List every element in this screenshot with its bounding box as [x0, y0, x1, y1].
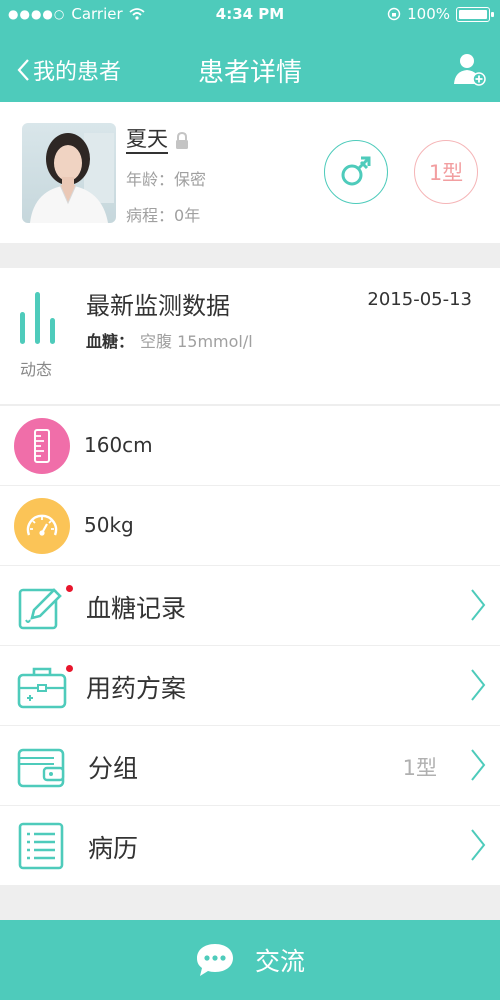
unread-dot: [66, 665, 73, 672]
patient-profile-card: 夏天 年龄：保密 病程：0年 1型: [0, 102, 500, 243]
chat-bubble-icon: [196, 944, 233, 976]
course-value: 0年: [174, 206, 201, 225]
glucose-record-item[interactable]: 血糖记录: [0, 566, 500, 645]
weight-row: 50kg: [0, 486, 500, 565]
group-item[interactable]: 分组 1型: [0, 726, 500, 805]
avatar[interactable]: [22, 123, 116, 223]
scale-gauge-icon: [14, 498, 70, 554]
monitor-date: 2015-05-13: [367, 289, 472, 310]
unread-dot: [66, 585, 73, 592]
height-row: 160cm: [0, 406, 500, 485]
bar-chart-icon: [20, 292, 55, 344]
height-value: 160cm: [84, 433, 153, 457]
medication-plan-item[interactable]: 用药方案: [0, 646, 500, 725]
medical-history-label: 病历: [88, 834, 139, 863]
trend-label: 动态: [20, 360, 53, 379]
glucose-reading: 血糖： 空腹 15mmol/l: [86, 328, 253, 352]
page-title: 患者详情: [197, 58, 302, 88]
monitoring-data-card[interactable]: 动态 最新监测数据 2015-05-13 血糖： 空腹 15mmol/l: [0, 268, 500, 404]
app-header: ●●●●○ Carrier 4:34 PM 100% 我的患者 患者详情: [0, 0, 500, 102]
medicine-kit-icon: [17, 667, 67, 709]
status-bar: ●●●●○ Carrier 4:34 PM 100%: [0, 0, 500, 30]
age-value: 保密: [174, 170, 207, 189]
ruler-icon: [14, 418, 70, 474]
glucose-value: 空腹 15mmol/l: [140, 332, 253, 351]
chat-button[interactable]: 交流: [0, 920, 500, 1000]
battery-icon: [456, 6, 494, 22]
age-label: 年龄：: [126, 170, 175, 189]
diabetes-type-badge: 1型: [414, 140, 478, 204]
medication-plan-label: 用药方案: [86, 674, 187, 703]
rotation-lock-icon: [387, 7, 401, 21]
chevron-right-icon: [471, 589, 486, 621]
weight-value: 50kg: [84, 513, 134, 537]
patient-age: 年龄：保密: [126, 166, 206, 190]
glucose-label: 血糖：: [86, 332, 135, 351]
group-value: 1型: [402, 756, 437, 780]
patient-course: 病程：0年: [126, 202, 200, 226]
medical-history-item[interactable]: 病历: [0, 806, 500, 885]
wallet-icon: [17, 748, 65, 788]
edit-note-icon: [18, 588, 62, 630]
nav-bar: 我的患者 患者详情: [0, 44, 500, 94]
group-label: 分组: [88, 754, 139, 783]
monitor-title: 最新监测数据: [86, 292, 230, 320]
chevron-right-icon: [471, 749, 486, 781]
patient-name: 夏天: [126, 126, 168, 154]
course-label: 病程：: [126, 206, 175, 225]
glucose-record-label: 血糖记录: [86, 594, 187, 623]
add-user-button[interactable]: [452, 52, 486, 90]
add-user-icon: [454, 54, 486, 86]
chevron-right-icon: [471, 829, 486, 861]
gender-badge: [324, 140, 388, 204]
list-document-icon: [18, 822, 64, 870]
battery-percent: 100%: [407, 5, 450, 23]
chevron-right-icon: [471, 669, 486, 701]
lock-icon: [176, 132, 188, 149]
gender-icon: [341, 156, 371, 186]
chat-label: 交流: [254, 947, 305, 976]
